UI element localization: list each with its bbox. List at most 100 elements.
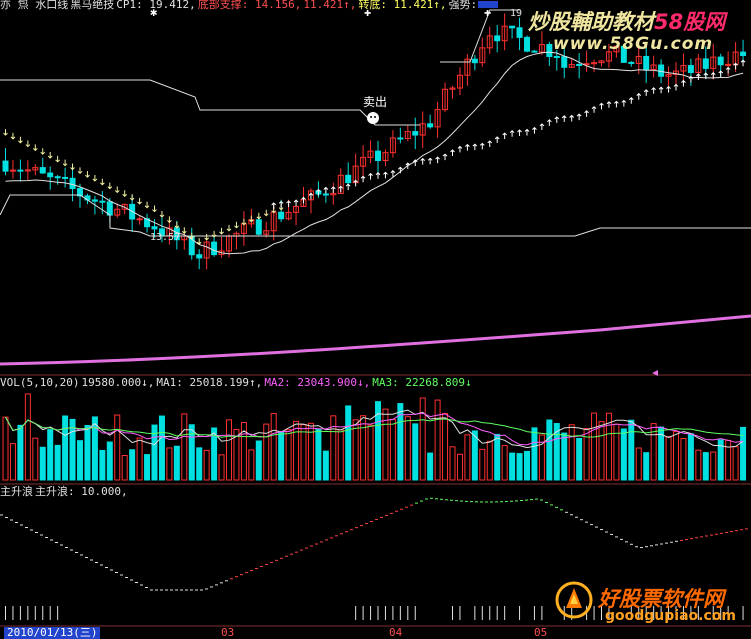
down-arrow-marker xyxy=(129,194,135,201)
down-arrow-marker xyxy=(122,190,128,197)
month-tick-05: 05 xyxy=(534,626,548,639)
candle xyxy=(509,25,516,29)
up-arrow-marker xyxy=(450,149,455,157)
volume-bar xyxy=(285,429,292,481)
candle xyxy=(702,58,709,69)
up-arrow-marker xyxy=(673,83,679,91)
header_main-item: 亦 炰 水口线 xyxy=(0,0,69,11)
up-arrow-marker xyxy=(614,100,619,108)
up-arrow-marker xyxy=(524,128,530,136)
header_main-item: 强势: xyxy=(448,0,478,11)
candle xyxy=(91,199,98,202)
down-arrow-marker xyxy=(263,209,269,217)
volume-bar xyxy=(315,428,322,481)
header_vol-item: MA1: 25018.199↑, xyxy=(156,376,263,389)
volume-bar xyxy=(330,415,337,481)
low-price-label: 13.57 xyxy=(150,232,180,243)
candle xyxy=(524,36,530,52)
stock-chart[interactable]: 卖出13.5719✱ ✚ ✚ xyxy=(0,0,751,639)
down-arrow-marker xyxy=(211,230,217,238)
up-arrow-marker xyxy=(517,129,522,137)
down-arrow-marker xyxy=(114,186,120,194)
candle xyxy=(740,51,747,56)
down-arrow-marker xyxy=(248,215,254,223)
candle xyxy=(136,218,143,221)
header_vol-item: MA3: 22268.809↓ xyxy=(372,376,472,389)
down-arrow-marker xyxy=(70,163,75,171)
volume-bar xyxy=(300,424,307,481)
header_vol-item: MA2: 23043.900↓, xyxy=(264,376,371,389)
up-arrow-marker xyxy=(621,99,627,107)
volume-bar xyxy=(673,431,679,481)
volume-bar xyxy=(84,425,91,481)
up-arrow-marker xyxy=(584,110,589,117)
resistance-line xyxy=(0,79,420,126)
candle xyxy=(687,65,694,74)
down-arrow-marker xyxy=(99,178,105,186)
down-arrow-marker xyxy=(159,210,165,218)
candle xyxy=(47,172,54,178)
down-arrow-marker xyxy=(55,155,61,163)
down-arrow-marker xyxy=(256,212,262,220)
volume-panel-header: VOL(5,10,20) 19580.000↓, MA1: 25018.199↑, M… xyxy=(0,376,474,390)
up-arrow-marker xyxy=(420,157,426,165)
up-arrow-marker xyxy=(733,62,738,70)
candle xyxy=(255,219,262,235)
sell-signal-label: 卖出 xyxy=(363,95,387,109)
high-price-label: 19 xyxy=(510,8,522,19)
volume-bar xyxy=(360,415,367,481)
down-arrow-marker xyxy=(174,221,180,229)
up-arrow-marker xyxy=(308,192,314,200)
candle xyxy=(643,55,650,71)
moving-average-line xyxy=(5,51,744,255)
candle xyxy=(427,123,434,128)
current-date[interactable]: 2010/01/13(三) xyxy=(4,627,101,639)
volume-bar xyxy=(494,433,501,481)
volume-bar xyxy=(486,440,493,481)
up-arrow-marker xyxy=(278,200,284,208)
up-arrow-marker xyxy=(412,159,418,166)
candle xyxy=(717,56,724,66)
down-arrow-marker xyxy=(32,144,38,152)
candle xyxy=(62,176,69,179)
volume-bar xyxy=(203,449,210,481)
up-arrow-marker xyxy=(554,116,560,123)
up-arrow-marker xyxy=(628,97,634,104)
cross-marker: ✚ xyxy=(484,5,491,19)
indicator-panel-header: 主升浪 主升浪: 10.000, xyxy=(0,485,130,499)
candle xyxy=(546,44,553,57)
volume-bar xyxy=(337,429,344,481)
volume-bar xyxy=(710,451,717,481)
volume-bar xyxy=(479,448,486,481)
down-arrow-marker xyxy=(77,167,83,175)
up-arrow-marker xyxy=(643,89,649,96)
volume-bar xyxy=(635,447,642,481)
up-arrow-marker xyxy=(651,87,657,94)
up-arrow-marker xyxy=(338,185,344,193)
volume-bar xyxy=(17,424,24,481)
up-arrow-marker xyxy=(658,86,664,94)
candle xyxy=(2,160,9,172)
up-arrow-marker xyxy=(293,199,299,207)
up-arrow-marker xyxy=(502,132,508,140)
sell-face-icon xyxy=(367,112,379,124)
volume-bar xyxy=(404,416,411,481)
up-arrow-marker xyxy=(636,92,642,100)
down-arrow-marker xyxy=(152,205,157,213)
candle xyxy=(39,167,46,174)
up-arrow-marker xyxy=(576,113,582,121)
header_main-item: 转底: 11.421↑, xyxy=(358,0,447,11)
down-arrow-marker xyxy=(25,140,31,148)
down-arrow-marker xyxy=(107,182,113,190)
down-arrow-marker xyxy=(234,221,239,229)
volume-bar xyxy=(591,412,598,481)
header_vol-item: 19580.000↓, xyxy=(81,376,155,389)
down-arrow-marker xyxy=(10,132,16,140)
up-arrow-marker xyxy=(666,85,671,93)
volume-bar xyxy=(2,416,9,481)
header_vol-item: VOL(5,10,20) xyxy=(0,376,80,389)
volume-bar xyxy=(54,444,61,481)
up-arrow-marker xyxy=(435,156,440,164)
volume-bar xyxy=(248,449,255,481)
long-term-trend-line xyxy=(0,314,751,366)
